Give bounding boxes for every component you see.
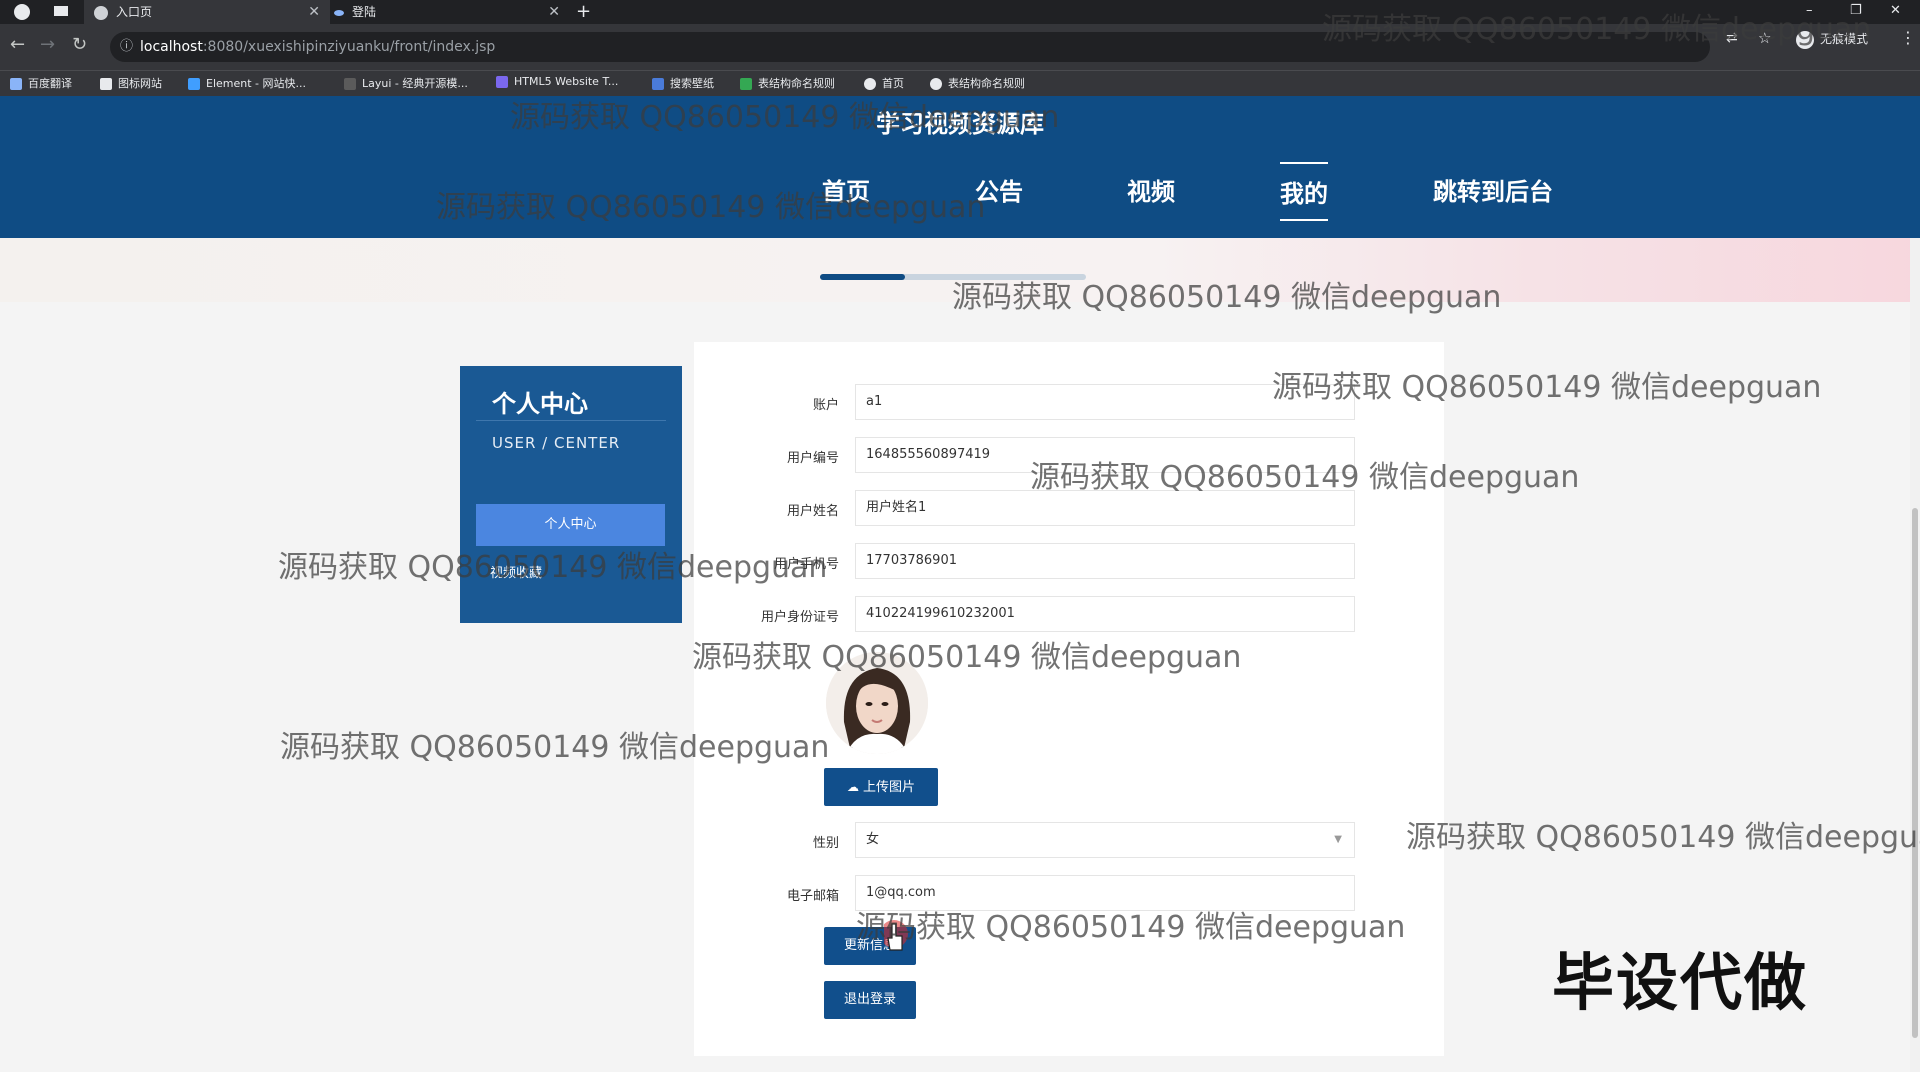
bookmarks-bar: 百度翻译 图标网站 Element - 网站快... Layui - 经典开源模… bbox=[0, 70, 1920, 96]
menu-dots-icon[interactable]: ⋮ bbox=[1900, 28, 1916, 47]
sidebar-item-user-center[interactable]: 个人中心 bbox=[476, 504, 665, 546]
gender-label: 性别 bbox=[812, 836, 839, 851]
close-window-icon[interactable]: ✕ bbox=[1890, 0, 1901, 24]
id-card-label: 用户身份证号 bbox=[760, 610, 839, 625]
phone-label: 用户手机号 bbox=[773, 557, 839, 572]
email-field[interactable]: 1@qq.com bbox=[855, 875, 1355, 911]
logout-button[interactable]: 退出登录 bbox=[824, 981, 916, 1019]
globe-icon bbox=[864, 78, 876, 90]
banner-carousel bbox=[0, 238, 1920, 302]
tab-home-page[interactable]: 入口页 ✕ bbox=[84, 0, 330, 24]
brand-overlay-text: 毕设代做 bbox=[1552, 946, 1809, 1019]
nav-admin[interactable]: 跳转到后台 bbox=[1433, 172, 1553, 207]
address-toolbar: ← → ↻ ⓘ localhost:8080/xuexishipinziyuan… bbox=[0, 24, 1920, 70]
site-header: 学习视频资源库 首页 公告 视频 我的 跳转到后台 bbox=[0, 96, 1920, 238]
nav-mine[interactable]: 我的 bbox=[1280, 162, 1328, 221]
user-no-field[interactable]: 164855560897419 bbox=[855, 437, 1355, 473]
site-info-icon[interactable]: ⓘ bbox=[120, 32, 133, 62]
gender-select[interactable]: 女 ▼ bbox=[855, 822, 1355, 858]
carousel-indicator[interactable] bbox=[820, 274, 1086, 280]
site-title: 学习视频资源库 bbox=[876, 110, 1044, 138]
browser-logo-icon bbox=[14, 4, 30, 20]
nav-announcements[interactable]: 公告 bbox=[975, 172, 1023, 207]
email-label: 电子邮箱 bbox=[786, 889, 839, 904]
new-tab-button[interactable]: + bbox=[576, 0, 596, 24]
layui-icon bbox=[344, 78, 356, 90]
page-scrollbar[interactable] bbox=[1910, 238, 1920, 1072]
carousel-indicator-fill bbox=[820, 274, 906, 280]
nav-videos[interactable]: 视频 bbox=[1127, 172, 1175, 207]
id-card-field[interactable]: 410224199610232001 bbox=[855, 596, 1355, 632]
bookmark-star-icon[interactable]: ☆ bbox=[1758, 29, 1771, 47]
browser-tab-strip: 入口页 ✕ 登陆 ✕ + – ❐ ✕ bbox=[0, 0, 1920, 24]
restore-icon[interactable]: ❐ bbox=[1850, 0, 1862, 24]
html5-icon bbox=[496, 76, 508, 88]
incognito-indicator[interactable]: 无痕模式 bbox=[1796, 30, 1868, 49]
translate-icon[interactable]: ⇄ bbox=[1726, 30, 1738, 46]
bookmark-item[interactable]: 表结构命名规则 bbox=[740, 75, 835, 91]
scrollbar-thumb[interactable] bbox=[1912, 508, 1918, 1038]
name-field[interactable]: 用户姓名1 bbox=[855, 490, 1355, 526]
tab-search-icon[interactable] bbox=[54, 6, 68, 16]
minimize-icon[interactable]: – bbox=[1806, 0, 1813, 24]
bookmark-item[interactable]: 百度翻译 bbox=[10, 75, 72, 91]
nav-home[interactable]: 首页 bbox=[822, 172, 870, 207]
tab-login-page[interactable]: 登陆 ✕ bbox=[324, 0, 570, 24]
sheet-icon bbox=[740, 78, 752, 90]
bookmark-item[interactable]: HTML5 Website T... bbox=[496, 75, 618, 88]
element-icon bbox=[188, 78, 200, 90]
sidebar-subtitle: USER / CENTER bbox=[492, 434, 621, 452]
phone-field[interactable]: 17703786901 bbox=[855, 543, 1355, 579]
name-label: 用户姓名 bbox=[786, 504, 839, 519]
flag-icon bbox=[100, 78, 112, 90]
back-icon[interactable]: ← bbox=[10, 34, 25, 55]
bookmark-item[interactable]: Element - 网站快... bbox=[188, 75, 306, 91]
sidebar-item-video-favorites[interactable]: 视频收藏 bbox=[490, 562, 542, 581]
tab-favicon-icon bbox=[334, 9, 344, 16]
bookmark-item[interactable]: 搜索壁纸 bbox=[652, 75, 714, 91]
globe-icon bbox=[930, 78, 942, 90]
close-tab-icon[interactable]: ✕ bbox=[548, 0, 560, 24]
bookmark-item[interactable]: Layui - 经典开源模... bbox=[344, 75, 468, 91]
avatar bbox=[826, 652, 928, 754]
user-center-sidebar: 个人中心 USER / CENTER 个人中心 视频收藏 bbox=[460, 366, 682, 623]
cloud-upload-icon: ☁ bbox=[846, 780, 859, 794]
sidebar-divider bbox=[476, 420, 666, 421]
upload-image-button[interactable]: ☁ 上传图片 bbox=[824, 768, 938, 806]
forward-icon[interactable]: → bbox=[40, 34, 55, 55]
account-label: 账户 bbox=[812, 398, 839, 413]
chevron-down-icon: ▼ bbox=[1334, 834, 1342, 845]
bookmark-item[interactable]: 图标网站 bbox=[100, 75, 162, 91]
avatar-image bbox=[826, 652, 928, 754]
hand-cursor-icon bbox=[884, 920, 908, 951]
reload-icon[interactable]: ↻ bbox=[72, 34, 87, 55]
close-tab-icon[interactable]: ✕ bbox=[308, 0, 320, 24]
account-field[interactable]: a1 bbox=[855, 384, 1355, 420]
bookmark-item[interactable]: 表结构命名规则 bbox=[930, 75, 1025, 91]
globe-icon bbox=[94, 5, 108, 20]
bookmark-item[interactable]: 首页 bbox=[864, 75, 904, 91]
bookmark-icon bbox=[10, 78, 22, 90]
url-bar[interactable]: ⓘ localhost:8080/xuexishipinziyuanku/fro… bbox=[110, 32, 1710, 62]
user-no-label: 用户编号 bbox=[786, 451, 839, 466]
incognito-icon bbox=[1796, 30, 1814, 49]
gender-value: 女 bbox=[866, 832, 880, 847]
sidebar-title: 个人中心 bbox=[492, 390, 588, 418]
wallpaper-icon bbox=[652, 78, 664, 90]
